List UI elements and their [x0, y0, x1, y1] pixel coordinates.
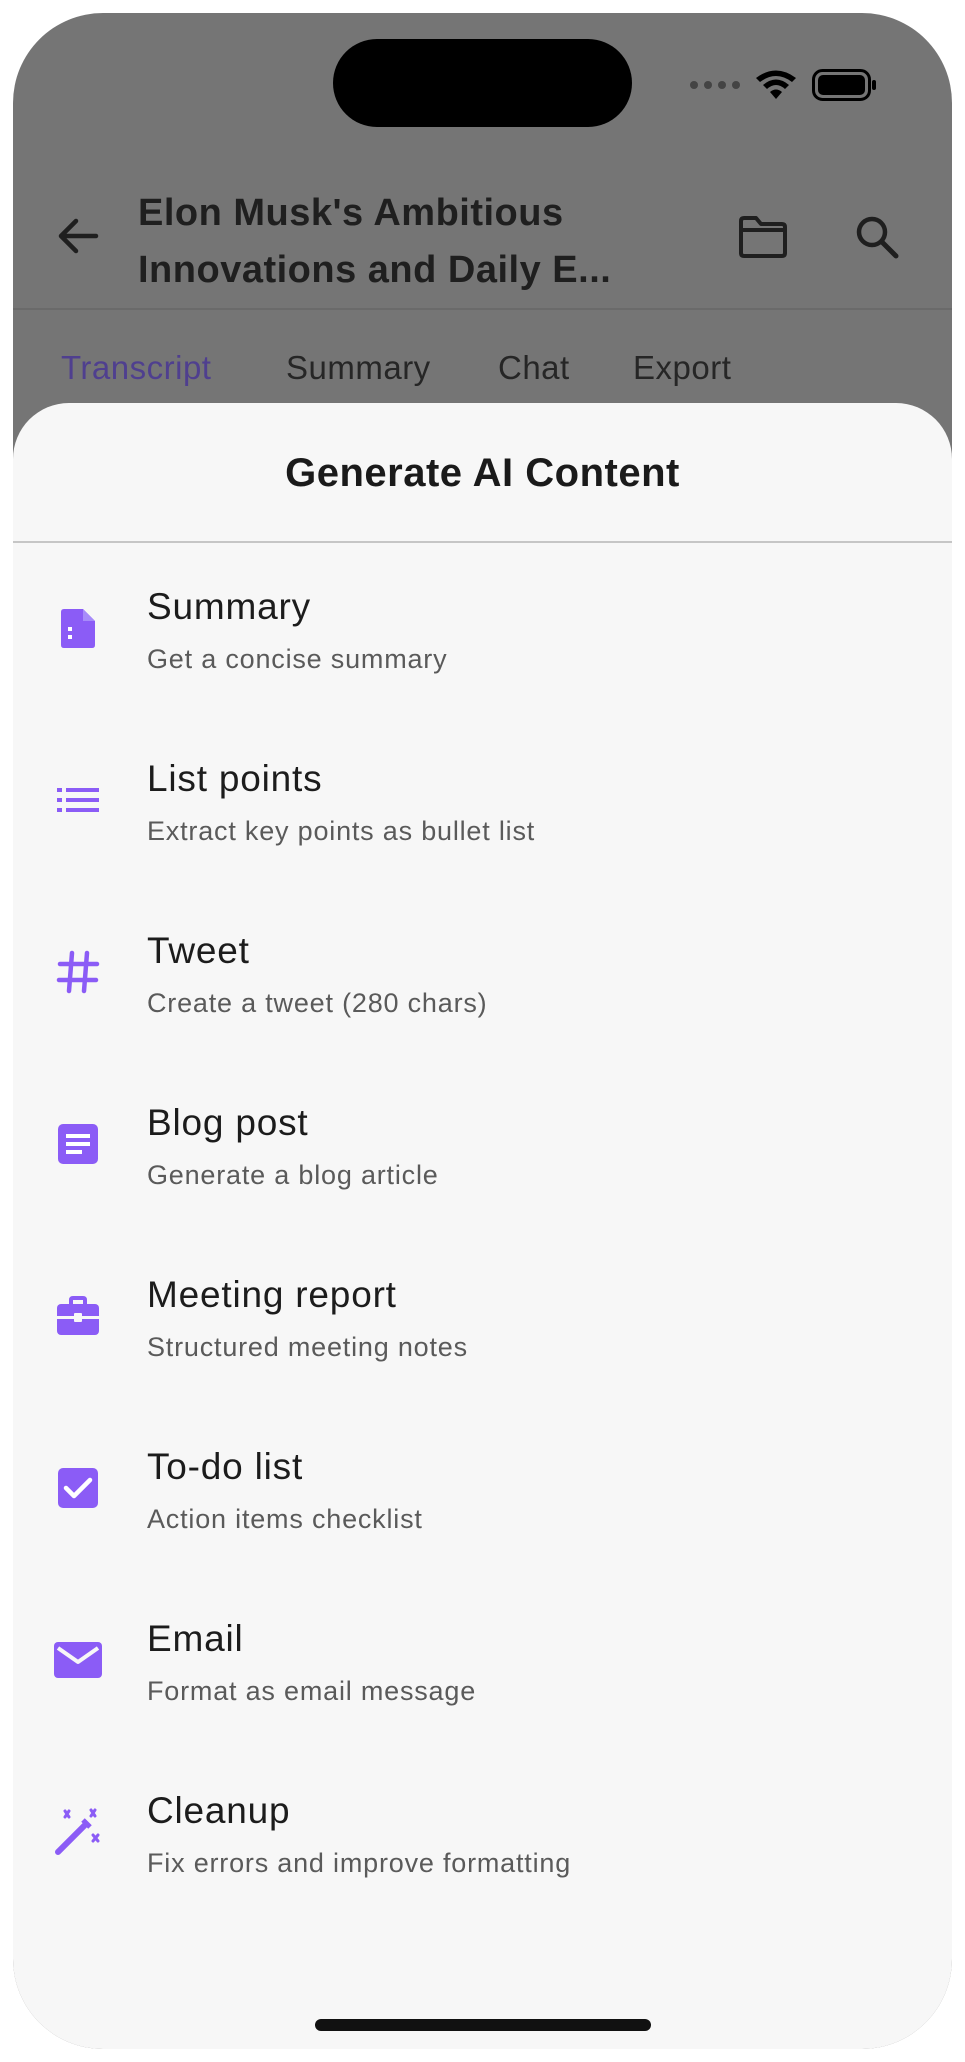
wifi-icon	[756, 70, 796, 99]
checkbox-icon	[51, 1461, 105, 1515]
tab-bar: Transcript Summary Chat Export	[13, 343, 952, 403]
option-subtitle: Create a tweet (280 chars)	[147, 988, 488, 1018]
option-title: Blog post	[147, 1102, 309, 1143]
magic-wand-icon	[51, 1805, 105, 1859]
option-subtitle: Get a concise summary	[147, 644, 448, 674]
option-title: Meeting report	[147, 1274, 397, 1315]
mail-icon	[51, 1633, 105, 1687]
arrow-back-icon	[58, 218, 99, 254]
page-title-line-1: Elon Musk's Ambitious	[138, 192, 564, 234]
content-option-list: Summary Get a concise summary List point…	[13, 543, 952, 1919]
option-title: Email	[147, 1618, 244, 1659]
option-cleanup[interactable]: Cleanup Fix errors and improve formattin…	[13, 1747, 952, 1919]
option-title: To-do list	[147, 1446, 304, 1487]
option-list-points[interactable]: List points Extract key points as bullet…	[13, 715, 952, 887]
tab-export[interactable]: Export	[633, 343, 731, 393]
option-subtitle: Generate a blog article	[147, 1160, 439, 1190]
folder-button[interactable]	[733, 209, 793, 265]
option-summary[interactable]: Summary Get a concise summary	[13, 543, 952, 715]
app-bar: Elon Musk's Ambitious Innovations and Da…	[13, 163, 952, 309]
option-email[interactable]: Email Format as email message	[13, 1575, 952, 1747]
option-subtitle: Fix errors and improve formatting	[147, 1848, 572, 1878]
option-subtitle: Format as email message	[147, 1676, 477, 1706]
battery-icon	[812, 69, 876, 101]
option-to-do-list[interactable]: To-do list Action items checklist	[13, 1403, 952, 1575]
search-icon	[856, 216, 899, 259]
folder-icon	[739, 216, 787, 258]
back-button[interactable]	[51, 209, 105, 263]
cellular-signal-icon	[690, 81, 740, 89]
phone-screen: Elon Musk's Ambitious Innovations and Da…	[13, 13, 952, 2049]
page-title: Elon Musk's Ambitious Innovations and Da…	[138, 185, 638, 299]
article-icon	[51, 1117, 105, 1171]
option-title: Cleanup	[147, 1790, 291, 1831]
dynamic-island	[333, 39, 632, 127]
option-subtitle: Extract key points as bullet list	[147, 816, 536, 846]
hashtag-icon	[51, 945, 105, 999]
briefcase-icon	[51, 1289, 105, 1343]
tab-transcript[interactable]: Transcript	[61, 343, 211, 393]
bullet-list-icon	[51, 773, 105, 827]
option-title: List points	[147, 758, 323, 799]
option-subtitle: Action items checklist	[147, 1504, 423, 1534]
tab-chat[interactable]: Chat	[498, 343, 570, 393]
option-tweet[interactable]: Tweet Create a tweet (280 chars)	[13, 887, 952, 1059]
document-icon	[51, 601, 105, 655]
generate-ai-content-sheet: Generate AI Content Summary Get a concis…	[13, 403, 952, 2049]
option-meeting-report[interactable]: Meeting report Structured meeting notes	[13, 1231, 952, 1403]
app-bar-divider	[13, 308, 952, 310]
option-subtitle: Structured meeting notes	[147, 1332, 468, 1362]
page-title-line-2: Innovations and Daily E...	[138, 249, 612, 291]
tab-summary[interactable]: Summary	[286, 343, 431, 393]
option-title: Tweet	[147, 930, 250, 971]
home-indicator[interactable]	[315, 2019, 651, 2031]
sheet-title: Generate AI Content	[285, 451, 680, 495]
option-title: Summary	[147, 586, 311, 627]
search-button[interactable]	[847, 207, 907, 267]
option-blog-post[interactable]: Blog post Generate a blog article	[13, 1059, 952, 1231]
status-bar-right	[690, 65, 878, 105]
